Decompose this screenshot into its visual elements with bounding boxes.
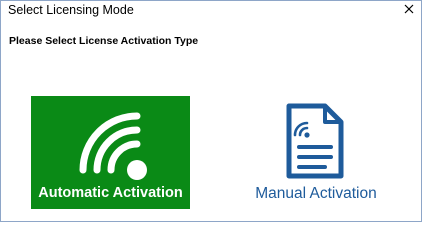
document-signal-icon [286,103,344,179]
automatic-activation-label: Automatic Activation [38,185,183,201]
title-bar: Select Licensing Mode [1,1,421,21]
activation-type-heading: Please Select License Activation Type [9,35,199,47]
window-title: Select Licensing Mode [8,3,134,17]
manual-activation-button[interactable]: Manual Activation [241,96,391,209]
automatic-activation-button[interactable]: Automatic Activation [31,96,190,209]
manual-activation-label: Manual Activation [255,185,377,202]
close-icon [404,4,414,14]
close-button[interactable] [401,2,417,18]
wifi-signal-icon [79,112,147,180]
licensing-mode-dialog: Select Licensing Mode Please Select Lice… [0,0,422,222]
